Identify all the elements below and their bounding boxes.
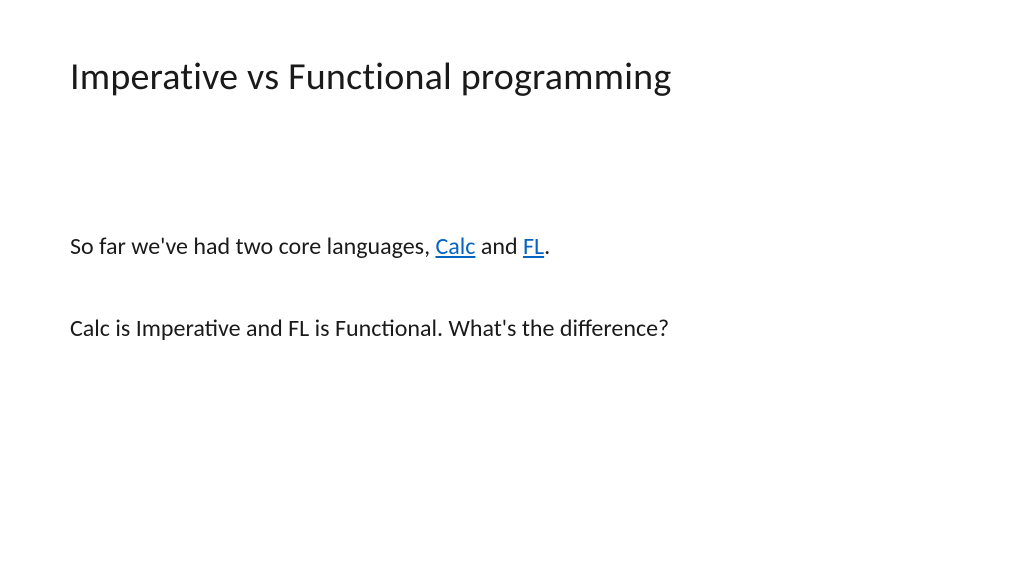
slide-title: Imperative vs Functional programming <box>70 54 954 100</box>
paragraph-2: Calc is Imperative and FL is Functional.… <box>70 312 954 346</box>
link-fl[interactable]: FL <box>523 232 544 261</box>
paragraph-1: So far we've had two core languages, Cal… <box>70 230 954 264</box>
paragraph-1-suffix: . <box>544 232 550 261</box>
paragraph-1-mid: and <box>475 232 523 261</box>
link-calc[interactable]: Calc <box>435 232 475 261</box>
paragraph-1-prefix: So far we've had two core languages, <box>70 232 435 261</box>
